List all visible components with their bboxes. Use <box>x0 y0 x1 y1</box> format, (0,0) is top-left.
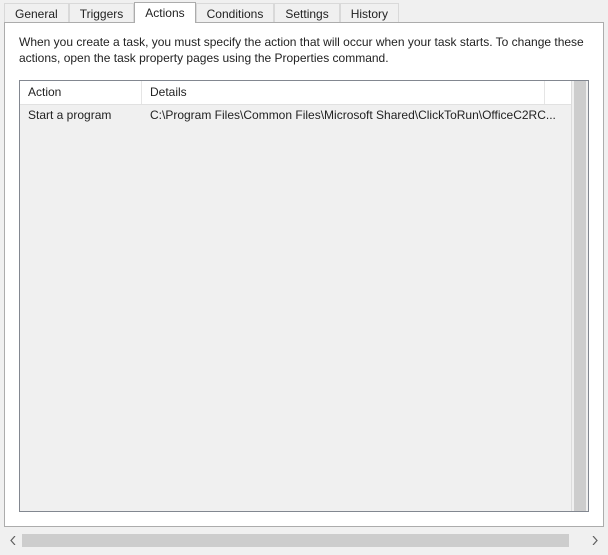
tabstrip: General Triggers Actions Conditions Sett… <box>0 0 608 23</box>
horizontal-scroll-track[interactable] <box>22 532 586 549</box>
scroll-right-arrow-icon[interactable] <box>586 532 603 549</box>
tab-divider <box>4 22 604 23</box>
actions-list: Action Details Start a program C:\Progra… <box>19 80 589 512</box>
column-header-padding <box>545 81 571 104</box>
cell-action: Start a program <box>20 106 142 124</box>
tab-conditions[interactable]: Conditions <box>196 3 275 24</box>
column-header-action[interactable]: Action <box>20 81 142 104</box>
task-properties-window: General Triggers Actions Conditions Sett… <box>0 0 608 555</box>
vertical-scrollbar[interactable] <box>571 81 588 511</box>
table-row[interactable]: Start a program C:\Program Files\Common … <box>20 105 571 125</box>
tab-actions[interactable]: Actions <box>134 2 195 23</box>
actions-rows: Start a program C:\Program Files\Common … <box>20 105 571 511</box>
column-header-details[interactable]: Details <box>142 81 545 104</box>
scroll-left-arrow-icon[interactable] <box>5 532 22 549</box>
column-headers: Action Details <box>20 81 571 105</box>
panel-description: When you create a task, you must specify… <box>19 34 589 66</box>
tab-triggers[interactable]: Triggers <box>69 3 135 24</box>
vertical-scroll-thumb[interactable] <box>574 81 586 511</box>
actions-list-body: Action Details Start a program C:\Progra… <box>20 81 571 511</box>
actions-panel: When you create a task, you must specify… <box>4 22 604 527</box>
cell-details: C:\Program Files\Common Files\Microsoft … <box>142 106 571 124</box>
vertical-scroll-track[interactable] <box>572 81 588 511</box>
horizontal-scroll-thumb[interactable] <box>22 534 569 547</box>
tab-settings[interactable]: Settings <box>274 3 339 24</box>
tab-general[interactable]: General <box>4 3 69 24</box>
horizontal-scrollbar[interactable] <box>5 532 603 549</box>
tab-history[interactable]: History <box>340 3 399 24</box>
